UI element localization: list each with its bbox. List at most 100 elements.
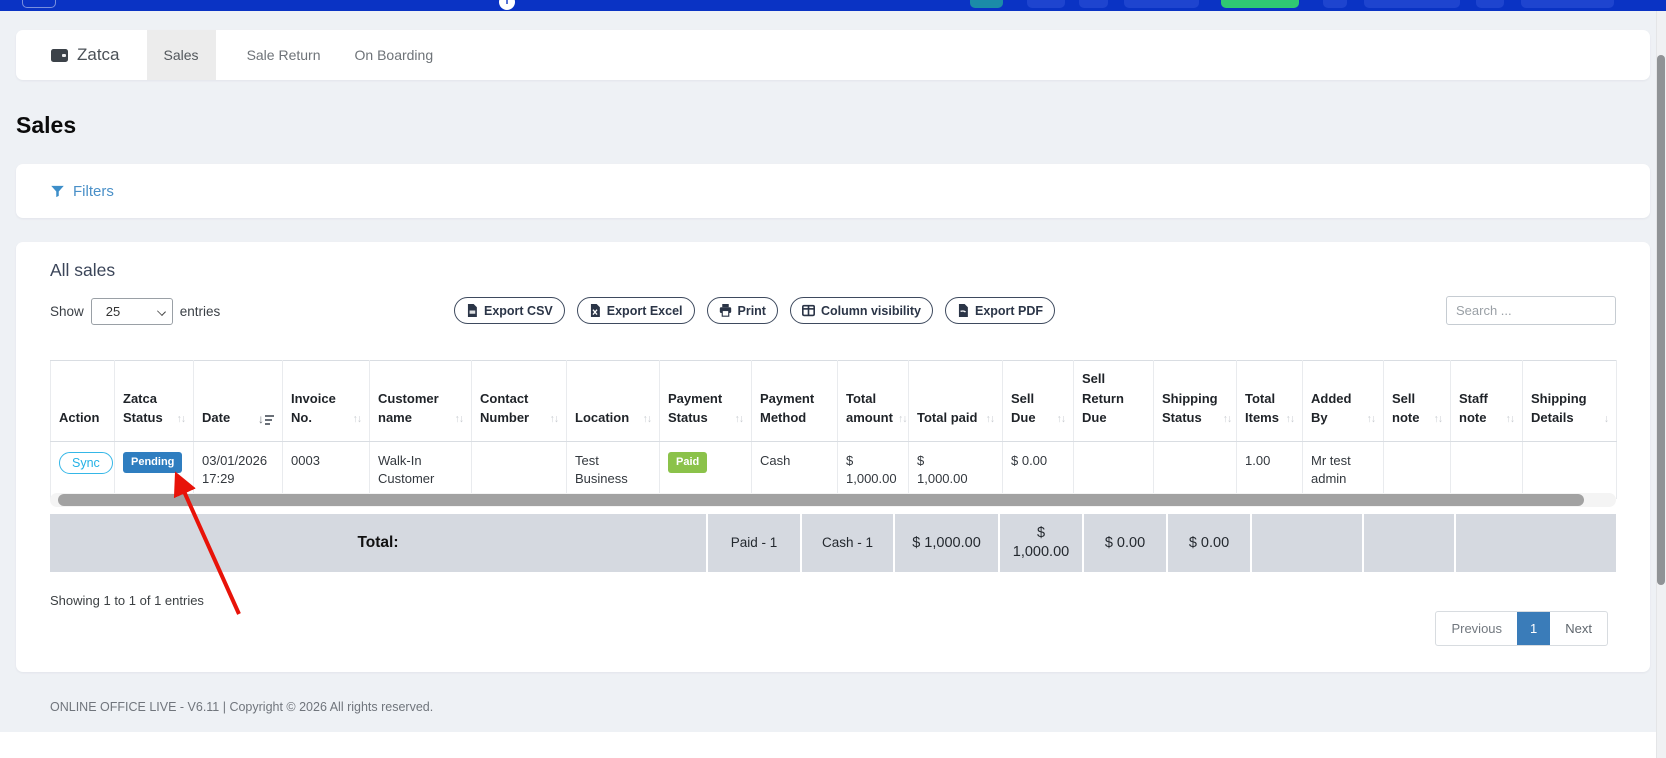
col-staff-note[interactable]: Staff note ↑↓ [1450,360,1523,442]
total-payment-method: Cash - 1 [802,514,895,572]
cell-date: 03/01/2026 17:29 [193,441,283,500]
tab-sale-return[interactable]: Sale Return [230,30,338,80]
export-pdf-button[interactable]: Export PDF [945,297,1056,324]
tab-on-boarding[interactable]: On Boarding [338,30,451,80]
tab-sales[interactable]: Sales [146,30,216,80]
sort-icon: ↑↓ [454,412,464,425]
navbar-button-fragment[interactable] [1323,0,1347,8]
file-excel-icon [590,304,600,317]
filters-label: Filters [73,182,114,200]
col-date[interactable]: Date ↓ [193,360,283,442]
navbar-button-fragment[interactable] [22,0,56,8]
navbar-button-fragment[interactable] [970,0,1003,8]
top-navbar: i [0,0,1666,11]
col-total-items[interactable]: Total Items ↑↓ [1236,360,1303,442]
sort-icon: ↑↓ [642,412,652,425]
cell-payment-method: Cash [751,441,838,500]
filters-toggle[interactable]: Filters [50,183,114,200]
cell-location: Test Business [566,441,660,500]
col-action: Action [50,360,115,442]
page-1-button[interactable]: 1 [1517,612,1551,645]
next-button[interactable]: Next [1550,612,1607,645]
export-csv-button[interactable]: Export CSV [454,297,565,324]
search-input[interactable] [1446,296,1616,325]
cell-total-items: 1.00 [1236,441,1303,500]
sort-icon: ↑↓ [1505,412,1515,425]
page-length-control: Show 25 entries [50,298,220,325]
total-sell-due: $ 0.00 [1084,514,1168,572]
col-added-by[interactable]: Added By ↑↓ [1302,360,1384,442]
table-controls: Show 25 entries Export CSV Export Excel … [50,294,1616,330]
previous-button[interactable]: Previous [1436,612,1517,645]
navbar-button-fragment[interactable] [1476,0,1504,8]
file-csv-icon [467,304,477,317]
col-customer-name[interactable]: Customer name ↑↓ [369,360,472,442]
col-payment-status[interactable]: Payment Status ↑↓ [659,360,752,442]
col-total-paid[interactable]: Total paid ↑↓ [908,360,1003,442]
horizontal-scrollbar-thumb[interactable] [58,494,1584,506]
section-title: All sales [50,260,116,280]
filter-icon [51,185,64,197]
total-paid: $ 1,000.00 [1000,514,1084,572]
sort-icon: ↑↓ [352,412,362,425]
total-sell-return-due: $ 0.00 [1168,514,1252,572]
navbar-button-fragment[interactable] [1364,0,1460,8]
col-invoice-no[interactable]: Invoice No. ↑↓ [282,360,370,442]
sort-icon: ↑↓ [1222,412,1232,425]
sync-button[interactable]: Sync [59,451,113,474]
cell-sell-return-due [1073,441,1154,500]
cell-sell-note [1383,441,1451,500]
navbar-button-fragment[interactable] [1079,0,1108,8]
navbar-button-fragment[interactable] [1521,0,1614,8]
filters-panel: Filters [16,164,1650,218]
bottom-strip [0,732,1666,758]
sort-icon: ↑↓ [1366,412,1376,425]
total-empty-cell [1364,514,1456,572]
table-total-row: Total: Paid - 1 Cash - 1 $ 1,000.00 $ 1,… [50,514,1616,572]
cell-total-amount: $ 1,000.00 [837,441,909,500]
cell-added-by: Mr test admin [1302,441,1384,500]
table-row: Sync Pending 03/01/2026 17:29 0003 Walk-… [50,441,1617,500]
navbar-button-fragment[interactable] [1027,0,1065,8]
navbar-button-fragment[interactable] [1124,0,1199,8]
columns-icon [801,304,815,317]
page-title: Sales [16,112,77,138]
export-excel-button[interactable]: Export Excel [576,297,695,324]
entries-label: entries [179,304,221,319]
all-sales-card: All sales Show 25 entries Export CSV Exp… [16,242,1650,672]
col-total-amount[interactable]: Total amount ↑↓ [837,360,909,442]
cell-action: Sync [50,441,115,500]
vertical-scrollbar [1656,11,1666,758]
col-contact-number[interactable]: Contact Number ↑↓ [471,360,567,442]
sort-icon: ↑↓ [734,412,744,425]
navbar-button-fragment[interactable] [1221,0,1299,8]
page-length-select[interactable]: 25 [90,298,173,325]
vertical-scrollbar-thumb[interactable] [1657,55,1665,585]
pagination: Previous 1 Next [1435,611,1608,646]
sort-icon: ↓ [1603,412,1609,425]
col-sell-note[interactable]: Sell note ↑↓ [1383,360,1451,442]
horizontal-scrollbar [50,493,1616,507]
brand-label: Zatca [77,45,120,64]
cell-invoice-no: 0003 [282,441,370,500]
total-empty-cell [1456,514,1610,572]
tab-bar: Zatca Sales Sale Return On Boarding [16,30,1650,80]
col-location[interactable]: Location ↑↓ [566,360,660,442]
sort-icon: ↑↓ [897,412,907,425]
col-sell-due[interactable]: Sell Due ↑↓ [1002,360,1074,442]
cell-payment-status: Paid [659,441,752,500]
total-empty-cell [1252,514,1364,572]
status-badge-pending: Pending [123,451,183,474]
col-shipping-details[interactable]: Shipping Details ↓ [1522,360,1617,442]
col-shipping-status[interactable]: Shipping Status ↑↓ [1153,360,1237,442]
column-visibility-button[interactable]: Column visibility [789,297,933,324]
total-label: Total: [50,514,708,572]
print-button[interactable]: Print [706,297,778,324]
printer-icon [719,304,731,317]
info-icon[interactable]: i [499,0,515,10]
cell-shipping-details [1522,441,1617,500]
file-pdf-icon [958,304,968,317]
table-header-row: Action Zatca Status ↑↓ Date ↓ Invoice No. ↑… [50,360,1617,442]
export-button-group: Export CSV Export Excel Print Column vis… [454,297,1056,324]
col-zatca-status[interactable]: Zatca Status ↑↓ [114,360,194,442]
